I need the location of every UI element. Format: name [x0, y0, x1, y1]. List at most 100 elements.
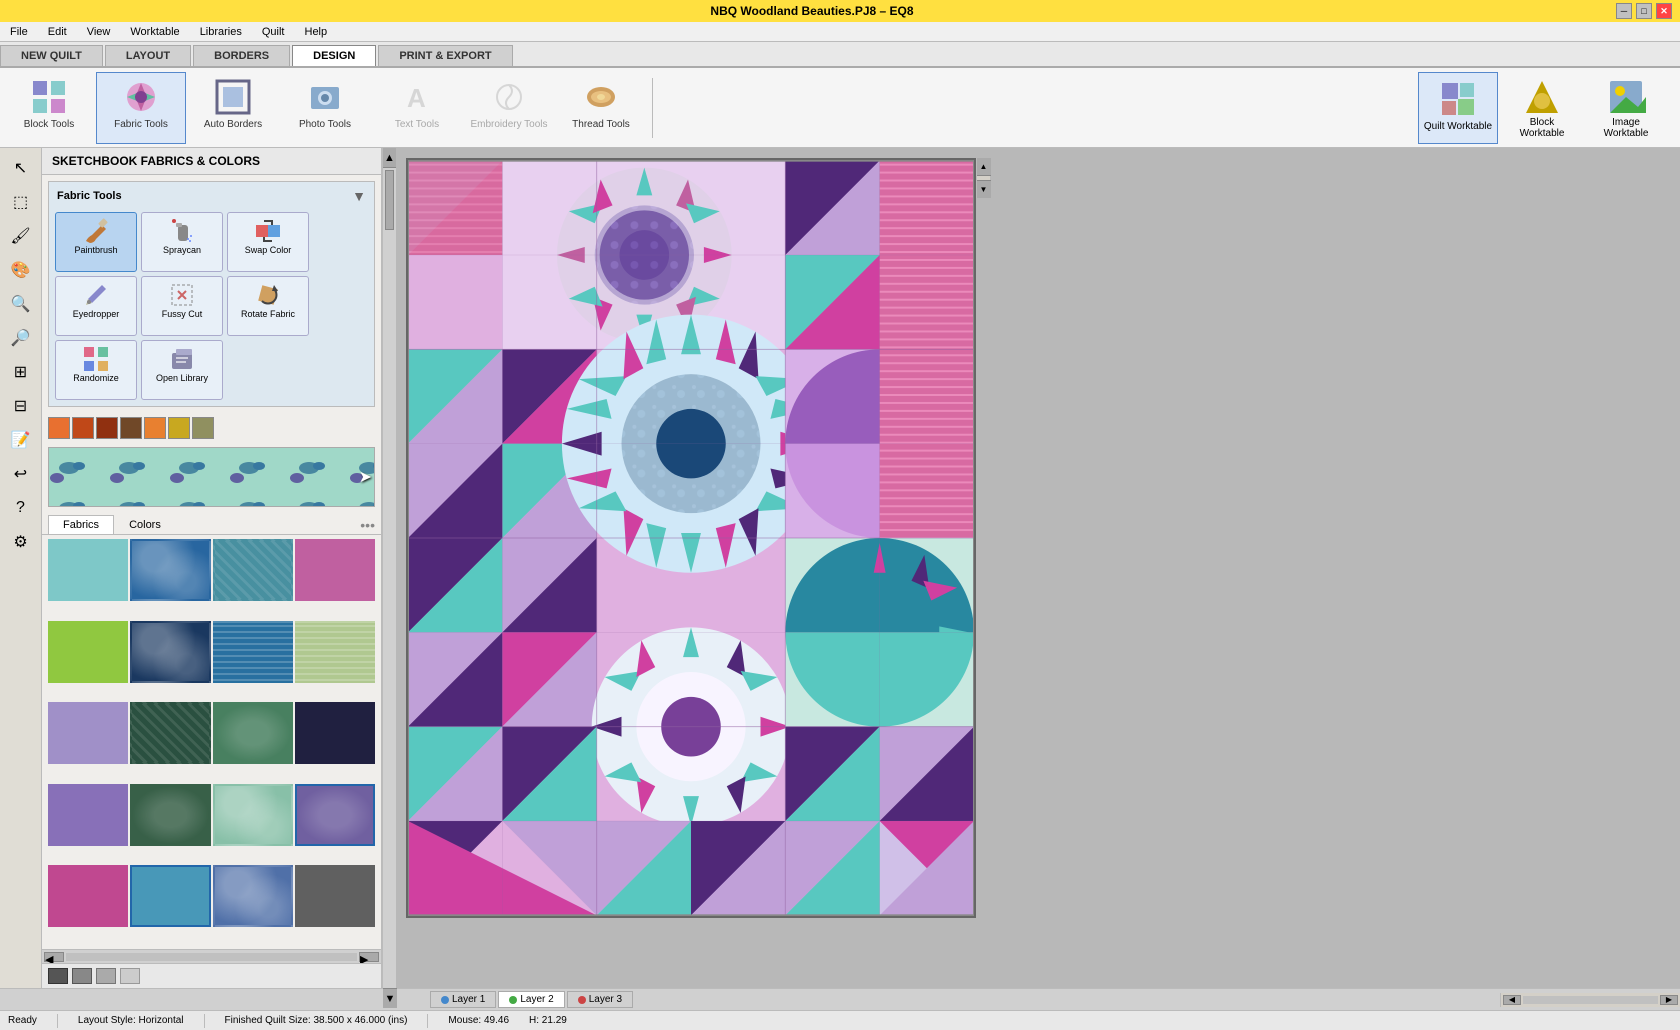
- color-swatch-2[interactable]: [96, 417, 118, 439]
- scroll-down-btn[interactable]: ▼: [977, 180, 991, 198]
- fabric-swatch-2[interactable]: [213, 539, 293, 601]
- randomize-tool-button[interactable]: Randomize: [55, 340, 137, 400]
- scroll-up-btn[interactable]: ▲: [977, 158, 991, 176]
- notes-icon[interactable]: 📝: [5, 424, 37, 456]
- color-swatch-1[interactable]: [72, 417, 94, 439]
- fabric-swatch-7[interactable]: [295, 621, 375, 683]
- settings-icon[interactable]: ⚙: [5, 526, 37, 558]
- zoom-custom-icon[interactable]: ⊟: [5, 390, 37, 422]
- fabric-swatch-18[interactable]: [213, 865, 293, 927]
- select-icon[interactable]: ⬚: [5, 186, 37, 218]
- zoom-fit-icon[interactable]: ⊞: [5, 356, 37, 388]
- scroll-left-btn[interactable]: ◀: [44, 952, 64, 962]
- restore-button[interactable]: □: [1636, 3, 1652, 19]
- fabric-swatch-10[interactable]: [213, 702, 293, 764]
- zoom-in-icon[interactable]: 🔍: [5, 288, 37, 320]
- close-button[interactable]: ✕: [1656, 3, 1672, 19]
- fabric-swatch-4[interactable]: [48, 621, 128, 683]
- text-tools-button[interactable]: AText Tools: [372, 72, 462, 144]
- tab-new-quilt[interactable]: NEW QUILT: [0, 45, 103, 66]
- fabric-swatch-15[interactable]: [295, 784, 375, 846]
- preview-arrow[interactable]: ➤: [359, 467, 372, 487]
- bottom-scrollbar[interactable]: ◀ ▶: [1500, 993, 1680, 1007]
- image-worktable-button[interactable]: Image Worktable: [1586, 72, 1666, 144]
- scroll-down[interactable]: ▼: [383, 988, 397, 1008]
- open-library-tool-button[interactable]: Open Library: [141, 340, 223, 400]
- block-tools-button[interactable]: Block Tools: [4, 72, 94, 144]
- color-swatch-5[interactable]: [168, 417, 190, 439]
- rotate-fabric-tool-button[interactable]: Rotate Fabric: [227, 276, 309, 336]
- menu-item-help[interactable]: Help: [299, 24, 334, 40]
- fabric-swatch-13[interactable]: [130, 784, 210, 846]
- fabric-swatch-16[interactable]: [48, 865, 128, 927]
- tab-layout[interactable]: LAYOUT: [105, 45, 191, 66]
- view-icon-2[interactable]: [72, 968, 92, 984]
- tab-fabrics[interactable]: Fabrics: [48, 515, 114, 534]
- layer-tab-layer3[interactable]: Layer 3: [567, 991, 633, 1008]
- pointer-icon[interactable]: ↖: [5, 152, 37, 184]
- fabric-swatch-0[interactable]: [48, 539, 128, 601]
- fabric-swatch-14[interactable]: [213, 784, 293, 846]
- h-scrollbar[interactable]: ◀ ▶: [42, 949, 381, 963]
- more-options[interactable]: •••: [360, 517, 375, 533]
- vertical-scrollbar[interactable]: ▲ ▼: [382, 148, 396, 988]
- fabric-swatch-8[interactable]: [48, 702, 128, 764]
- thread-tools-button[interactable]: Thread Tools: [556, 72, 646, 144]
- tab-print---export[interactable]: PRINT & EXPORT: [378, 45, 512, 66]
- color-swatch-6[interactable]: [192, 417, 214, 439]
- layout-style: Layout Style: Horizontal: [78, 1015, 184, 1026]
- photo-tools-button[interactable]: Photo Tools: [280, 72, 370, 144]
- block-worktable-button[interactable]: Block Worktable: [1502, 72, 1582, 144]
- scroll-right-btn[interactable]: ▶: [359, 952, 379, 962]
- fabric-tools-button[interactable]: Fabric Tools: [96, 72, 186, 144]
- tab-colors[interactable]: Colors: [114, 515, 176, 534]
- minimize-button[interactable]: ─: [1616, 3, 1632, 19]
- fussy-cut-tool-button[interactable]: Fussy Cut: [141, 276, 223, 336]
- fabric-swatch-17[interactable]: [130, 865, 210, 927]
- brush-icon[interactable]: 🖌: [5, 220, 37, 252]
- zoom-out-icon[interactable]: 🔎: [5, 322, 37, 354]
- color-swatch-3[interactable]: [120, 417, 142, 439]
- view-icon-1[interactable]: [48, 968, 68, 984]
- color-swatch-4[interactable]: [144, 417, 166, 439]
- fabric-swatch-6[interactable]: [213, 621, 293, 683]
- block-tools-icon: [29, 77, 69, 117]
- layer-tab-bar: Layer 1Layer 2Layer 3 ◀ ▶: [0, 988, 1680, 1010]
- fabric-swatch-9[interactable]: [130, 702, 210, 764]
- quilt-worktable-button[interactable]: Quilt Worktable: [1418, 72, 1498, 144]
- view-icon-3[interactable]: [96, 968, 116, 984]
- fabric-swatch-5[interactable]: [130, 621, 210, 683]
- fabric-swatch-11[interactable]: [295, 702, 375, 764]
- tab-design[interactable]: DESIGN: [292, 45, 376, 66]
- fabric-tools-collapse[interactable]: ▼: [352, 188, 366, 204]
- fabric-swatch-3[interactable]: [295, 539, 375, 601]
- tab-borders[interactable]: BORDERS: [193, 45, 290, 66]
- spraycan-tool-button[interactable]: Spraycan: [141, 212, 223, 272]
- layer-tab-layer1[interactable]: Layer 1: [430, 991, 496, 1008]
- paint-icon[interactable]: 🎨: [5, 254, 37, 286]
- eyedropper-tool-button[interactable]: Eyedropper: [55, 276, 137, 336]
- menu-item-file[interactable]: File: [4, 24, 34, 40]
- menu-item-quilt[interactable]: Quilt: [256, 24, 291, 40]
- menu-item-view[interactable]: View: [81, 24, 117, 40]
- layer-tab-layer2[interactable]: Layer 2: [498, 991, 564, 1008]
- fabric-swatch-12[interactable]: [48, 784, 128, 846]
- color-swatch-0[interactable]: [48, 417, 70, 439]
- auto-borders-button[interactable]: Auto Borders: [188, 72, 278, 144]
- menu-item-libraries[interactable]: Libraries: [194, 24, 248, 40]
- fabric-tools-label: Fabric Tools: [114, 119, 168, 130]
- help-icon[interactable]: ?: [5, 492, 37, 524]
- scroll-up[interactable]: ▲: [383, 148, 396, 168]
- undo-icon[interactable]: ↩: [5, 458, 37, 490]
- swap-color-tool-button[interactable]: Swap Color: [227, 212, 309, 272]
- menu-item-edit[interactable]: Edit: [42, 24, 73, 40]
- scroll-thumb[interactable]: [385, 170, 394, 230]
- view-icon-4[interactable]: [120, 968, 140, 984]
- fabric-swatch-1[interactable]: [130, 539, 210, 601]
- status-ready: Ready: [8, 1015, 37, 1026]
- menu-item-worktable[interactable]: Worktable: [124, 24, 185, 40]
- embroidery-tools-button[interactable]: Embroidery Tools: [464, 72, 554, 144]
- paintbrush-tool-button[interactable]: Paintbrush: [55, 212, 137, 272]
- fabric-swatch-19[interactable]: [295, 865, 375, 927]
- right-scrollbar[interactable]: ▲ ▼: [976, 158, 990, 198]
